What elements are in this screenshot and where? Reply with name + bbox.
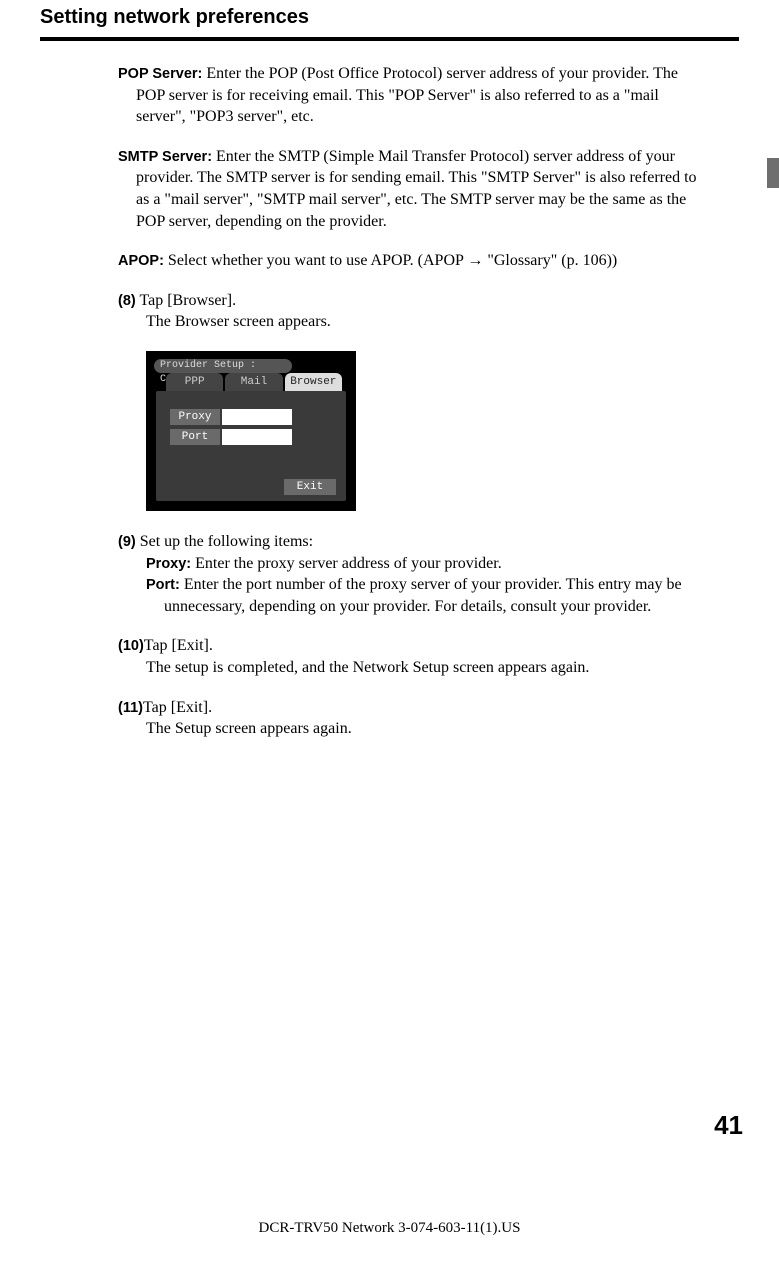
step-10-line1: Tap [Exit]. <box>144 637 213 654</box>
def-pop-text: Enter the POP (Post Office Protocol) ser… <box>136 65 678 125</box>
step-11-num: (11) <box>118 700 143 716</box>
step-10-num: (10) <box>118 638 144 654</box>
fig-tab-mail: Mail <box>225 373 282 391</box>
def-apop: APOP: Select whether you want to use APO… <box>118 250 709 272</box>
footer-text: DCR-TRV50 Network 3-074-603-11(1).US <box>0 1220 779 1237</box>
step-8-line2: The Browser screen appears. <box>146 311 709 333</box>
fig-port-input <box>222 429 292 445</box>
page: Setting network preferences Preparation … <box>0 0 779 1265</box>
step-8: (8) Tap [Browser]. The Browser screen ap… <box>118 290 709 333</box>
content: POP Server: Enter the POP (Post Office P… <box>118 41 709 740</box>
fig-tabs: PPP Mail Browser <box>166 373 344 391</box>
step-9-port: Port: Enter the port number of the proxy… <box>146 574 709 617</box>
step-9: (9) Set up the following items: Proxy: E… <box>118 531 709 617</box>
def-pop: POP Server: Enter the POP (Post Office P… <box>118 63 709 128</box>
fig-proxy-input <box>222 409 292 425</box>
step-11-line2: The Setup screen appears again. <box>146 718 709 740</box>
page-number: 41 <box>714 1110 743 1141</box>
step-11-line1: Tap [Exit]. <box>143 699 212 716</box>
fig-row-port: Port <box>170 429 292 445</box>
def-smtp: SMTP Server: Enter the SMTP (Simple Mail… <box>118 146 709 232</box>
page-title: Setting network preferences <box>40 0 739 41</box>
fig-tab-browser: Browser <box>285 373 342 391</box>
side-tab: Preparation <box>759 158 779 288</box>
def-smtp-term: SMTP Server: <box>118 149 212 165</box>
step-10-line2: The setup is completed, and the Network … <box>146 657 709 679</box>
def-pop-term: POP Server: <box>118 66 202 82</box>
step-9-port-term: Port: <box>146 577 180 593</box>
step-9-port-text: Enter the port number of the proxy serve… <box>164 576 682 615</box>
def-apop-text-after: "Glossary" (p. 106)) <box>483 252 617 269</box>
step-9-proxy-term: Proxy: <box>146 556 191 572</box>
fig-panel: Proxy Port Exit <box>156 391 346 501</box>
fig-proxy-label: Proxy <box>170 409 220 425</box>
fig-exit-button: Exit <box>284 479 336 495</box>
step-8-line1: Tap [Browser]. <box>136 292 236 309</box>
step-9-proxy-text: Enter the proxy server address of your p… <box>191 555 502 572</box>
step-8-num: (8) <box>118 293 136 309</box>
step-11: (11)Tap [Exit]. The Setup screen appears… <box>118 697 709 740</box>
fig-tab-ppp: PPP <box>166 373 223 391</box>
arrow-icon: → <box>467 252 483 269</box>
side-tab-marker <box>767 158 779 188</box>
fig-port-label: Port <box>170 429 220 445</box>
def-smtp-text: Enter the SMTP (Simple Mail Transfer Pro… <box>136 148 697 230</box>
browser-screenshot: Provider Setup : Custom PPP Mail Browser… <box>146 351 356 511</box>
def-apop-term: APOP: <box>118 253 164 269</box>
fig-row-proxy: Proxy <box>170 409 292 425</box>
def-apop-text-before: Select whether you want to use APOP. (AP… <box>164 252 467 269</box>
step-9-proxy: Proxy: Enter the proxy server address of… <box>146 553 709 575</box>
step-9-num: (9) <box>118 534 136 550</box>
step-10: (10)Tap [Exit]. The setup is completed, … <box>118 635 709 678</box>
step-9-line1: Set up the following items: <box>136 533 313 550</box>
fig-titlebar: Provider Setup : Custom <box>154 359 292 373</box>
